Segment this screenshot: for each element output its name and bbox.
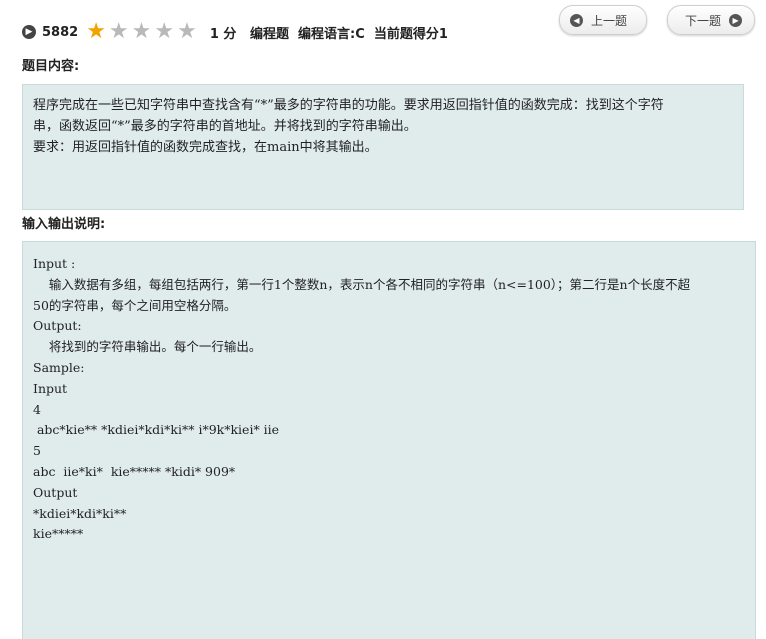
next-question-button[interactable]: 下一题 ▶ xyxy=(667,5,755,35)
io-description-box: Input : 输入数据有多组，每组包括两行，第一行1个整数n，表示n个各不相同… xyxy=(22,241,756,639)
content-section-title: 题目内容: xyxy=(22,59,80,74)
difficulty-stars: ★ ★ ★ ★ ★ xyxy=(86,21,200,43)
chevron-left-circle-icon: ◀ xyxy=(570,13,583,27)
problem-id: 5882 xyxy=(42,24,79,40)
content-line: 串，函数返回“*”最多的字符串的首地址。并将找到的字符串输出。 xyxy=(33,119,417,134)
star-icon: ★ xyxy=(131,19,152,44)
prev-question-label: 上一题 xyxy=(591,13,628,28)
chevron-right-circle-icon: ▶ xyxy=(22,25,36,39)
io-line: Input : xyxy=(33,256,76,271)
io-line: Input xyxy=(33,380,68,396)
problem-content-box: 程序完成在一些已知字符串中查找含有“*”最多的字符串的功能。要求用返回指针值的函… xyxy=(22,84,744,210)
prev-question-button[interactable]: ◀ 上一题 xyxy=(559,5,647,35)
io-line: Sample: xyxy=(33,359,85,375)
content-line: 要求：用返回指针值的函数完成查找，在main中将其输出。 xyxy=(33,140,378,155)
io-line: 5 xyxy=(33,443,41,459)
content-line: 程序完成在一些已知字符串中查找含有“*”最多的字符串的功能。要求用返回指针值的函… xyxy=(33,98,664,113)
io-section-title: 输入输出说明: xyxy=(22,217,106,232)
io-line: Output xyxy=(33,484,78,500)
io-line: abc iie*ki* kie***** *kidi* 909* xyxy=(33,463,236,479)
star-icon: ★ xyxy=(154,19,175,44)
io-line: Output: xyxy=(33,318,82,334)
io-line: abc*kie** *kdiei*kdi*ki** i*9k*kiei* iie xyxy=(33,422,280,438)
problem-header: ▶ 5882 ★ ★ ★ ★ ★ 1 分 编程题 编程语言:C 当前题得分1 xyxy=(22,18,448,46)
io-line: 50的字符串，每个之间用空格分隔。 xyxy=(33,297,237,313)
star-icon: ★ xyxy=(177,19,197,44)
io-line: 将找到的字符串输出。每个一行输出。 xyxy=(33,339,262,355)
problem-meta: 1 分 编程题 编程语言:C 当前题得分1 xyxy=(209,26,448,42)
io-line: 4 xyxy=(33,401,41,417)
io-line: *kdiei*kdi*ki** xyxy=(33,505,127,521)
io-line: kie***** xyxy=(33,526,84,542)
chevron-right-circle-icon: ▶ xyxy=(729,13,743,27)
next-question-label: 下一题 xyxy=(685,13,722,28)
star-icon: ★ xyxy=(86,19,106,44)
io-line: 输入数据有多组，每组包括两行，第一行1个整数n，表示n个各不相同的字符串（n<=… xyxy=(33,276,691,292)
star-icon: ★ xyxy=(108,19,129,44)
